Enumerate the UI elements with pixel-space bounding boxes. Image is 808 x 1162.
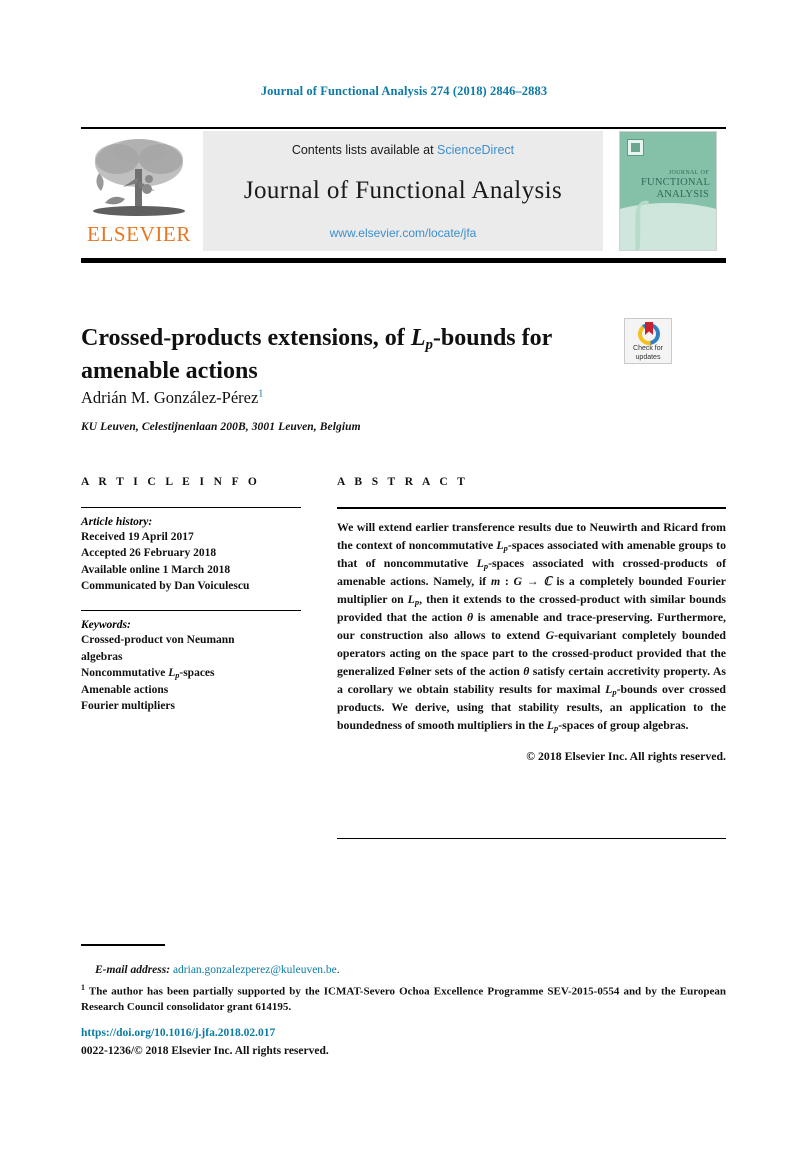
author-footnote-marker[interactable]: 1 — [258, 389, 263, 400]
author-affiliation: KU Leuven, Celestijnenlaan 200B, 3001 Le… — [81, 421, 361, 433]
keywords-label: Keywords: — [81, 619, 131, 632]
footnote-funding-marker: 1 — [81, 983, 85, 992]
article-info-divider-top — [81, 507, 301, 508]
footnote-email-label: E-mail address: — [95, 964, 171, 976]
crossmark-label: Check for updates — [625, 345, 671, 363]
contents-available-line: Contents lists available at ScienceDirec… — [203, 143, 603, 157]
article-info-heading: A R T I C L E I N F O — [81, 476, 261, 488]
contents-prefix: Contents lists available at — [291, 143, 438, 157]
elsevier-logo: ELSEVIER — [81, 131, 197, 251]
title-part-1: Crossed-products extensions, of — [81, 325, 411, 352]
article-history-accepted: Accepted 26 February 2018 — [81, 547, 217, 560]
abstract-divider-top — [337, 507, 726, 509]
cover-title-text: JOURNAL OF FUNCTIONAL ANALYSIS — [641, 170, 711, 202]
elsevier-wordmark: ELSEVIER — [87, 222, 191, 246]
title-p-subscript: p — [425, 337, 433, 354]
abstract-copyright: © 2018 Elsevier Inc. All rights reserved… — [526, 748, 726, 763]
masthead-top-rule — [81, 127, 726, 129]
article-info-column: A R T I C L E I N F O Article history: R… — [81, 476, 301, 714]
keyword-item: Noncommutative Lp-spaces — [81, 666, 215, 681]
keyword-item: Fourier multipliers — [81, 700, 176, 713]
cover-elsevier-mark-icon — [627, 139, 644, 156]
footnote-email: E-mail address: adrian.gonzalezperez@kul… — [95, 964, 340, 976]
article-history-communicated-by: Communicated by Dan Voiculescu — [81, 579, 250, 592]
cover-title-line2: FUNCTIONAL — [641, 177, 711, 189]
abstract-divider-bottom — [337, 838, 726, 839]
journal-cover-thumbnail: ∫ JOURNAL OF FUNCTIONAL ANALYSIS — [619, 131, 717, 251]
journal-homepage-link[interactable]: www.elsevier.com/locate/jfa — [203, 226, 603, 240]
masthead-center-panel: Contents lists available at ScienceDirec… — [203, 131, 603, 251]
title-L-symbol: L — [410, 325, 426, 352]
article-history-available-online: Available online 1 March 2018 — [81, 563, 231, 576]
crossmark-label-line2: updates — [635, 353, 661, 361]
article-info-spacer — [81, 594, 301, 610]
abstract-heading: A B S T R A C T — [337, 476, 469, 488]
cover-title-line1: JOURNAL OF — [668, 170, 709, 176]
author-name: Adrián M. González-Pérez1 — [81, 388, 263, 408]
keyword-item: Amenable actions — [81, 683, 169, 696]
crossmark-badge[interactable]: Check for updates — [624, 318, 672, 364]
footnote-funding-text: The author has been partially supported … — [81, 985, 726, 1014]
keyword-item: algebras — [81, 650, 123, 663]
title-part-2: -bounds for — [432, 325, 553, 352]
footnote-separator-rule — [81, 944, 165, 946]
cover-title-line3: ANALYSIS — [656, 189, 709, 201]
sciencedirect-link[interactable]: ScienceDirect — [437, 143, 514, 157]
footnote-email-link[interactable]: adrian.gonzalezperez@kuleuven.be — [173, 964, 337, 976]
article-info-divider-keywords — [81, 610, 301, 612]
issn-copyright-line: 0022-1236/© 2018 Elsevier Inc. All right… — [81, 1045, 329, 1057]
article-history-label: Article history: — [81, 516, 153, 528]
journal-masthead: ELSEVIER Contents lists available at Sci… — [81, 127, 726, 252]
footnote-funding: 1 The author has been partially supporte… — [81, 982, 726, 1016]
keyword-item: Crossed-product von Neumann — [81, 634, 235, 647]
cover-swirl-decoration: ∫ — [630, 190, 646, 251]
elsevier-tree-icon — [87, 133, 191, 221]
abstract-column: A B S T R A C T We will extend earlier t… — [337, 476, 726, 764]
masthead-bottom-rule — [81, 258, 726, 263]
page-title: Crossed-products extensions, of Lp-bound… — [81, 323, 581, 387]
author-text: Adrián M. González-Pérez — [81, 388, 259, 407]
article-first-page: Journal of Functional Analysis 274 (2018… — [0, 0, 808, 1162]
crossmark-label-line1: Check for — [633, 345, 663, 352]
journal-reference-line: Journal of Functional Analysis 274 (2018… — [260, 84, 548, 98]
title-line-2: amenable actions — [81, 357, 258, 384]
abstract-text: We will extend earlier transference resu… — [337, 520, 727, 733]
journal-title: Journal of Functional Analysis — [243, 177, 563, 204]
article-history-received: Received 19 April 2017 — [81, 531, 194, 543]
doi-link[interactable]: https://doi.org/10.1016/j.jfa.2018.02.01… — [81, 1027, 275, 1039]
